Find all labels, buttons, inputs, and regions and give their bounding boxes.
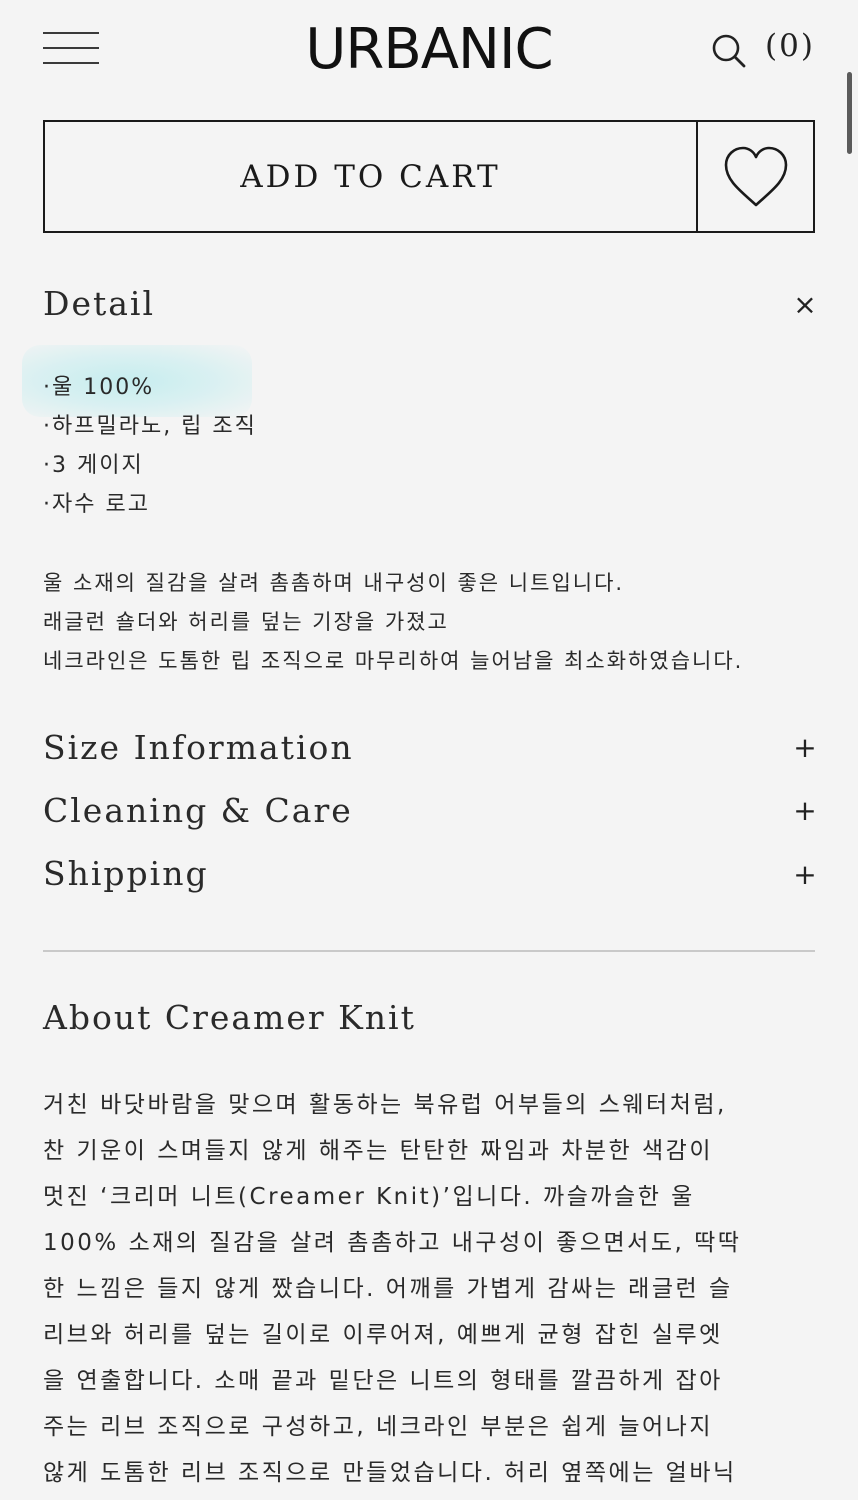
description-line: 네크라인은 도톰한 립 조직으로 마무리하여 늘어남을 최소화하였습니다. [43, 649, 744, 673]
site-header: URBANIC (0) [0, 0, 858, 100]
size-information-title[interactable]: Size Information [43, 728, 354, 768]
add-to-cart-button[interactable]: ADD TO CART [45, 122, 698, 231]
about-line: 100% 소재의 질감을 살려 촘촘하고 내구성이 좋으면서도, 딱딱 [43, 1230, 742, 1256]
detail-collapse-button[interactable]: × [790, 290, 820, 320]
shipping-expand-button[interactable]: + [790, 860, 820, 890]
about-line: 않게 도톰한 리브 조직으로 만들었습니다. 허리 옆쪽에는 얼바닉 [43, 1460, 737, 1486]
purchase-actions: ADD TO CART [43, 120, 815, 233]
description-line: 래글런 숄더와 허리를 덮는 기장을 가졌고 [43, 610, 449, 634]
about-title: About Creamer Knit [43, 998, 416, 1037]
wishlist-button[interactable] [698, 122, 813, 231]
heart-icon [724, 146, 787, 206]
size-information-expand-button[interactable]: + [790, 733, 820, 763]
about-line: 리브와 허리를 덮는 길이로 이루어져, 예쁘게 균형 잡힌 실루엣 [43, 1322, 723, 1348]
about-line: 찬 기운이 스며들지 않게 해주는 탄탄한 짜임과 차분한 색감이 [43, 1138, 713, 1164]
section-divider [43, 950, 815, 952]
page-scrollbar[interactable] [847, 72, 852, 154]
cleaning-care-expand-button[interactable]: + [790, 796, 820, 826]
search-icon[interactable] [710, 32, 748, 70]
detail-bullet: ·하프밀라노, 립 조직 [43, 414, 257, 439]
detail-description: 울 소재의 질감을 살려 촘촘하며 내구성이 좋은 니트입니다. 래글런 숄더와… [43, 564, 743, 681]
about-body: 거친 바닷바람을 맞으며 활동하는 북유럽 어부들의 스웨터처럼, 찬 기운이 … [43, 1082, 815, 1496]
detail-title[interactable]: Detail [43, 284, 155, 324]
detail-bullet: ·3 게이지 [43, 453, 144, 478]
detail-bullet: ·울 100% [43, 375, 155, 400]
shipping-title[interactable]: Shipping [43, 854, 209, 894]
about-line: 을 연출합니다. 소매 끝과 밑단은 니트의 형태를 깔끔하게 잡아 [43, 1368, 723, 1394]
about-line: 한 느낌은 들지 않게 짰습니다. 어깨를 가볍게 감싸는 래글런 슬 [43, 1276, 733, 1302]
cleaning-care-title[interactable]: Cleaning & Care [43, 791, 353, 831]
detail-bullet-list: ·울 100% ·하프밀라노, 립 조직 ·3 게이지 ·자수 로고 [43, 368, 257, 524]
about-line: 멋진 ‘크리머 니트(Creamer Knit)’입니다. 까슬까슬한 울 [43, 1184, 695, 1210]
detail-bullet: ·자수 로고 [43, 492, 150, 517]
about-line: 주는 리브 조직으로 구성하고, 네크라인 부분은 쉽게 늘어나지 [43, 1414, 713, 1440]
about-line: 거친 바닷바람을 맞으며 활동하는 북유럽 어부들의 스웨터처럼, [43, 1092, 727, 1118]
cart-count-button[interactable]: (0) [765, 28, 815, 64]
description-line: 울 소재의 질감을 살려 촘촘하며 내구성이 좋은 니트입니다. [43, 571, 625, 595]
